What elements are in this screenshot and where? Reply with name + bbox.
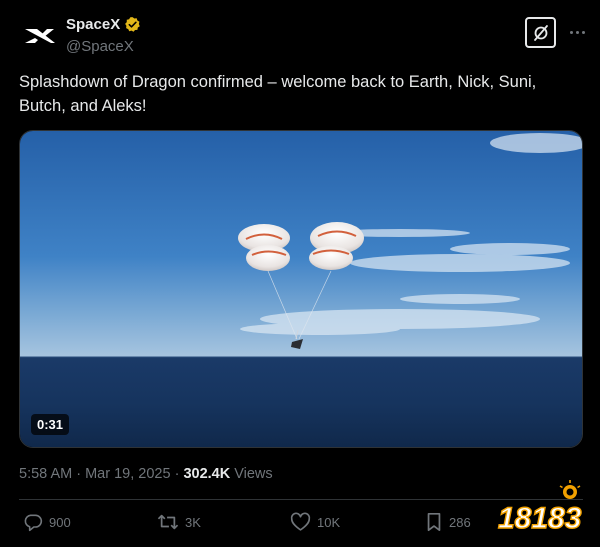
handle[interactable]: @SpaceX [66, 38, 134, 55]
video-player[interactable]: 0:31 [19, 130, 583, 448]
like-button[interactable]: 10K [290, 512, 340, 532]
tweet-text: Splashdown of Dragon confirmed – welcome… [19, 73, 537, 115]
display-name[interactable]: SpaceX [66, 16, 120, 33]
reply-count: 900 [49, 514, 71, 530]
tweet-time[interactable]: 5:58 AM [19, 466, 72, 482]
watermark-logo: 18183 [496, 480, 592, 540]
bookmark-button[interactable]: 286 [425, 512, 471, 532]
meta-separator: · [72, 466, 86, 482]
video-duration: 0:31 [31, 414, 70, 435]
repost-icon [157, 514, 179, 530]
like-count: 10K [317, 514, 341, 530]
reply-icon [24, 514, 43, 532]
repost-button[interactable]: 3K [157, 512, 201, 532]
svg-text:18183: 18183 [498, 502, 582, 535]
tweet-meta: 5:58 AM · Mar 19, 2025 · 302.4K Views [19, 466, 273, 482]
avatar[interactable] [18, 14, 62, 58]
repost-count: 3K [185, 514, 201, 530]
more-dots-icon [569, 30, 573, 34]
views-label: Views [230, 466, 273, 482]
views-count: 302.4K [183, 466, 231, 482]
more-options-button[interactable] [566, 22, 588, 42]
watermark-18183-logo: 18183 [497, 480, 582, 536]
action-bar: 900 3K 10K 286 [19, 512, 489, 538]
heart-icon [290, 512, 311, 531]
grok-button[interactable] [525, 17, 556, 48]
verified-badge-icon [125, 17, 140, 32]
tweet-date[interactable]: Mar 19, 2025 [85, 466, 170, 482]
name-row: SpaceX [66, 16, 141, 33]
spacex-logo-icon [25, 29, 55, 43]
video-frame [20, 131, 582, 447]
grok-icon [533, 24, 548, 41]
meta-separator: · [170, 466, 184, 482]
reply-button[interactable]: 900 [23, 512, 71, 532]
tweet-header: SpaceX @SpaceX [18, 14, 588, 58]
bookmark-count: 286 [449, 514, 471, 530]
bookmark-icon [427, 512, 441, 532]
